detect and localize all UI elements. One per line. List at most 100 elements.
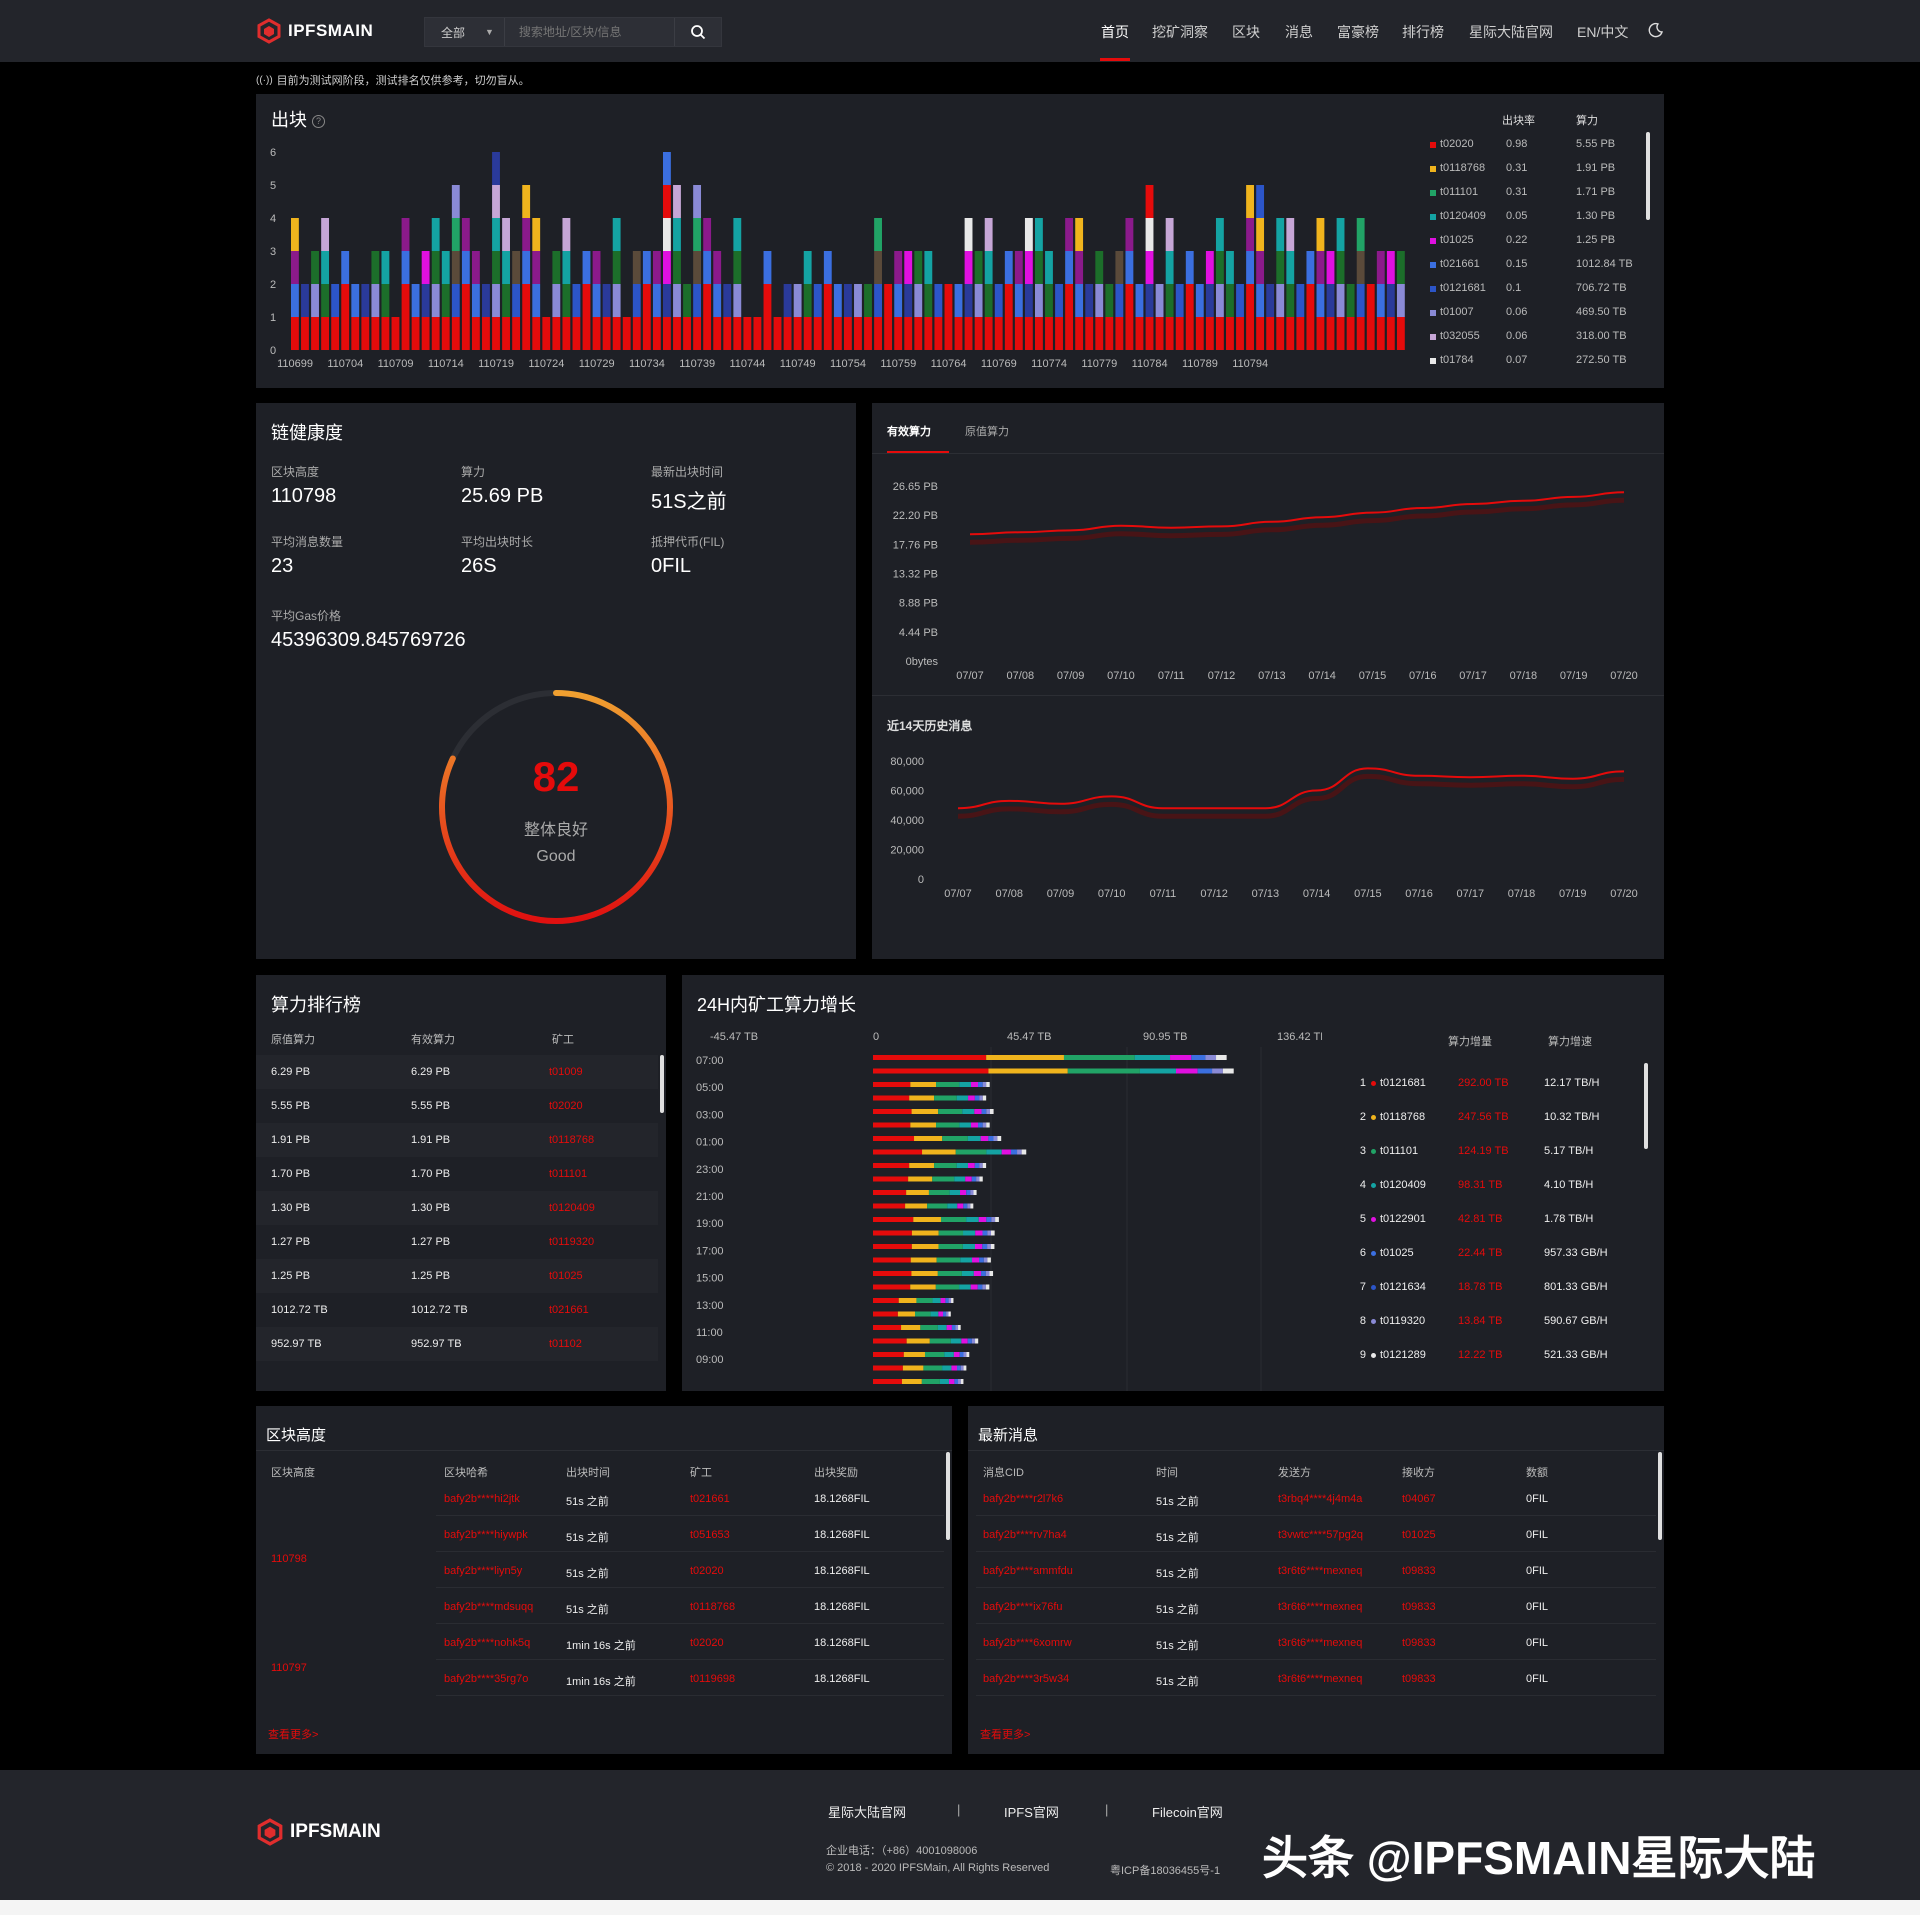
block-bar-segment[interactable] xyxy=(311,251,319,284)
block-bar-segment[interactable] xyxy=(321,317,330,350)
block-bar-segment[interactable] xyxy=(1326,317,1335,350)
messages-view-more-link[interactable]: 查看更多> xyxy=(980,1726,1030,1742)
block-bar-segment[interactable] xyxy=(894,251,903,284)
growth-bar-segment[interactable] xyxy=(967,1203,971,1209)
growth-bar-segment[interactable] xyxy=(960,1379,964,1384)
message-cid-link[interactable]: bafy2b****r2l7k6 xyxy=(983,1493,1063,1505)
block-bar-segment[interactable] xyxy=(703,317,712,350)
growth-bar-segment[interactable] xyxy=(987,1244,991,1249)
growth-bar-segment[interactable] xyxy=(961,1271,974,1276)
growth-bar-segment[interactable] xyxy=(906,1338,930,1344)
growth-bar-segment[interactable] xyxy=(991,1217,996,1222)
block-bar-segment[interactable] xyxy=(763,251,772,284)
block-bar-segment[interactable] xyxy=(1004,317,1013,350)
growth-bar-segment[interactable] xyxy=(989,1271,994,1276)
growth-bar-segment[interactable] xyxy=(960,1190,967,1195)
growth-bar-segment[interactable] xyxy=(968,1163,975,1168)
ranking-row[interactable]: 1.27 PB 1.27 PB t0119320 xyxy=(256,1225,658,1259)
search-button[interactable] xyxy=(673,18,721,46)
growth-bar-segment[interactable] xyxy=(873,1136,915,1141)
block-bar-segment[interactable] xyxy=(1356,317,1365,350)
blocks-view-more-link[interactable]: 查看更多> xyxy=(268,1726,318,1742)
block-bar-segment[interactable] xyxy=(301,284,309,317)
growth-bar-segment[interactable] xyxy=(986,1122,990,1128)
growth-bar-segment[interactable] xyxy=(966,1217,979,1222)
block-bar-segment[interactable] xyxy=(321,251,330,284)
growth-bar-segment[interactable] xyxy=(988,1068,1068,1074)
growth-bar-segment[interactable] xyxy=(982,1095,987,1101)
block-hash-link[interactable]: bafy2b****35rg7o xyxy=(444,1673,528,1685)
growth-bar-segment[interactable] xyxy=(873,1217,914,1222)
growth-bar-segment[interactable] xyxy=(986,1055,1064,1060)
block-bar-segment[interactable] xyxy=(713,284,722,317)
growth-bar-segment[interactable] xyxy=(980,1136,989,1141)
block-bar-segment[interactable] xyxy=(461,218,470,251)
block-bar-segment[interactable] xyxy=(914,284,923,317)
block-bar-segment[interactable] xyxy=(441,284,450,317)
growth-bar-segment[interactable] xyxy=(962,1109,975,1114)
growth-bar-segment[interactable] xyxy=(951,1325,956,1330)
block-bar-segment[interactable] xyxy=(783,284,792,317)
block-bar-segment[interactable] xyxy=(492,218,500,251)
block-bar-segment[interactable] xyxy=(1145,284,1154,317)
search-input[interactable] xyxy=(504,18,674,46)
growth-bar-segment[interactable] xyxy=(978,1217,987,1222)
growth-bar-segment[interactable] xyxy=(973,1271,982,1276)
growth-bar-segment[interactable] xyxy=(898,1298,917,1303)
block-bar-segment[interactable] xyxy=(371,284,380,317)
nav-language-toggle[interactable]: EN/中文 xyxy=(1577,22,1628,42)
block-bar-segment[interactable] xyxy=(522,251,531,284)
block-bar-segment[interactable] xyxy=(854,284,862,317)
growth-bar-segment[interactable] xyxy=(873,1122,911,1128)
block-bar-segment[interactable] xyxy=(1065,218,1074,251)
block-bar-segment[interactable] xyxy=(1226,317,1234,350)
block-bar-segment[interactable] xyxy=(703,218,712,251)
block-bar-segment[interactable] xyxy=(693,218,702,251)
growth-miner[interactable]: t0122901 xyxy=(1380,1213,1426,1225)
block-bar-segment[interactable] xyxy=(632,284,641,317)
block-bar-segment[interactable] xyxy=(1215,251,1224,284)
block-bar-segment[interactable] xyxy=(532,317,541,350)
growth-bar-segment[interactable] xyxy=(1001,1149,1011,1155)
block-bar-segment[interactable] xyxy=(552,251,561,284)
legend-scrollbar[interactable] xyxy=(1646,132,1650,220)
block-bar-segment[interactable] xyxy=(411,284,420,317)
block-bar-segment[interactable] xyxy=(663,251,671,284)
growth-bar-segment[interactable] xyxy=(932,1298,941,1303)
block-bar-segment[interactable] xyxy=(833,317,842,350)
block-bar-segment[interactable] xyxy=(823,284,832,317)
message-receiver-link[interactable]: t04067 xyxy=(1402,1493,1436,1505)
block-bar-segment[interactable] xyxy=(1276,284,1285,317)
dark-mode-moon-icon[interactable] xyxy=(1648,22,1664,38)
block-bar-segment[interactable] xyxy=(1055,317,1063,350)
block-bar-segment[interactable] xyxy=(1236,317,1244,350)
block-bar-segment[interactable] xyxy=(552,284,561,317)
block-bar-segment[interactable] xyxy=(984,251,993,284)
block-bar-segment[interactable] xyxy=(321,218,330,251)
growth-bar-segment[interactable] xyxy=(942,1365,952,1371)
block-bar-segment[interactable] xyxy=(341,251,350,284)
block-bar-segment[interactable] xyxy=(341,284,350,317)
block-bar-segment[interactable] xyxy=(1035,251,1043,284)
growth-bar-segment[interactable] xyxy=(1212,1068,1223,1074)
growth-bar-segment[interactable] xyxy=(910,1284,936,1290)
growth-bar-segment[interactable] xyxy=(990,1244,995,1249)
block-bar-segment[interactable] xyxy=(431,284,440,317)
growth-bar-segment[interactable] xyxy=(873,1082,911,1087)
growth-bar-segment[interactable] xyxy=(1067,1068,1140,1074)
growth-bar-segment[interactable] xyxy=(948,1379,955,1384)
legend-miner[interactable]: t01007 xyxy=(1440,306,1474,318)
growth-miner[interactable]: t0118768 xyxy=(1380,1111,1425,1123)
block-bar-segment[interactable] xyxy=(341,317,350,350)
growth-bar-segment[interactable] xyxy=(913,1217,941,1222)
block-bar-segment[interactable] xyxy=(512,284,521,317)
block-bar-segment[interactable] xyxy=(1115,317,1124,350)
block-bar-segment[interactable] xyxy=(683,317,691,350)
legend-miner[interactable]: t02020 xyxy=(1440,138,1474,150)
block-bar-segment[interactable] xyxy=(1075,218,1084,251)
block-bar-segment[interactable] xyxy=(783,317,792,350)
block-bar-segment[interactable] xyxy=(1115,251,1124,284)
message-receiver-link[interactable]: t09833 xyxy=(1402,1601,1436,1613)
block-bar-segment[interactable] xyxy=(1366,317,1375,350)
growth-bar-segment[interactable] xyxy=(955,1325,959,1330)
